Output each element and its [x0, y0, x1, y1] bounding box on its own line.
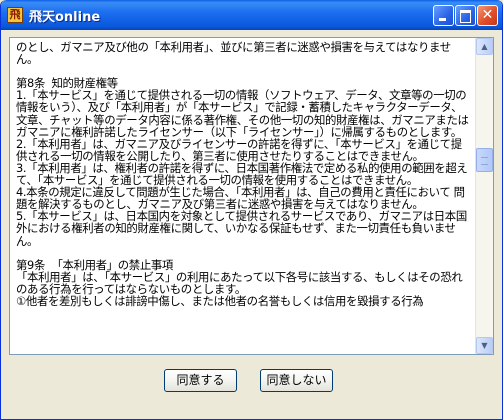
window-title: 飛天online	[29, 10, 101, 25]
terms-text: のとし、ガマニア及び他の「本利用者」、並びに第三者に迷惑や損害を与えてはなりませ…	[16, 40, 469, 308]
agreement-window: 飛 飛天online ✕ のとし、ガマニア及び他の「本利用者」、並びに第三者に迷…	[0, 0, 503, 420]
scroll-thumb[interactable]	[476, 148, 493, 172]
vertical-scrollbar[interactable]: ▲ ▼	[475, 38, 493, 354]
agree-button[interactable]: 同意する	[164, 369, 237, 392]
terms-textbox[interactable]: のとし、ガマニア及び他の「本利用者」、並びに第三者に迷惑や損害を与えてはなりませ…	[9, 37, 494, 355]
scroll-up-button[interactable]: ▲	[476, 38, 493, 55]
maximize-button[interactable]	[455, 5, 476, 26]
disagree-button[interactable]: 同意しない	[260, 369, 333, 392]
close-button[interactable]: ✕	[477, 5, 498, 26]
minimize-button[interactable]	[433, 5, 454, 26]
maximize-icon	[456, 6, 475, 25]
app-icon[interactable]: 飛	[7, 7, 23, 23]
scroll-down-button[interactable]: ▼	[476, 337, 493, 354]
title-bar[interactable]: 飛 飛天online ✕	[1, 0, 502, 30]
close-icon: ✕	[481, 7, 494, 23]
minimize-icon	[434, 6, 453, 25]
